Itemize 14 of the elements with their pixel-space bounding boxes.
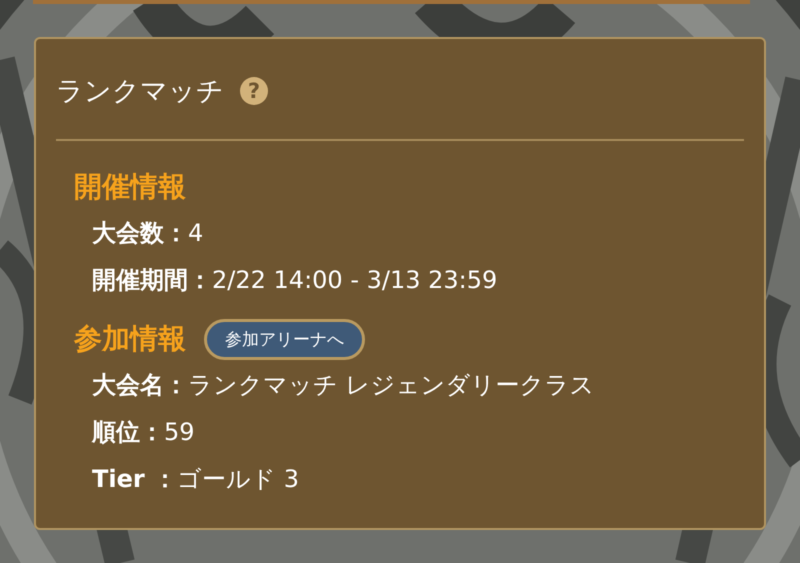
info-label: 開催期間：	[92, 264, 212, 296]
section-heading: 開催情報	[74, 169, 186, 205]
info-label: 大会数：	[92, 218, 188, 248]
info-value: 59	[164, 418, 195, 446]
info-label: 順位：	[92, 416, 164, 448]
arena-button[interactable]: 参加アリーナへ	[204, 318, 365, 360]
info-label: 大会名：	[92, 370, 188, 400]
info-label: Tier ：	[92, 464, 178, 494]
section-heading: 参加情報	[74, 321, 186, 357]
info-value: 2/22 14:00 - 3/13 23:59	[212, 266, 498, 294]
info-value: ゴールド 3	[177, 464, 299, 494]
panel-title: ランクマッチ	[56, 75, 224, 109]
info-value: 4	[188, 218, 204, 246]
info-value: ランクマッチ レジェンダリークラス	[188, 370, 595, 400]
